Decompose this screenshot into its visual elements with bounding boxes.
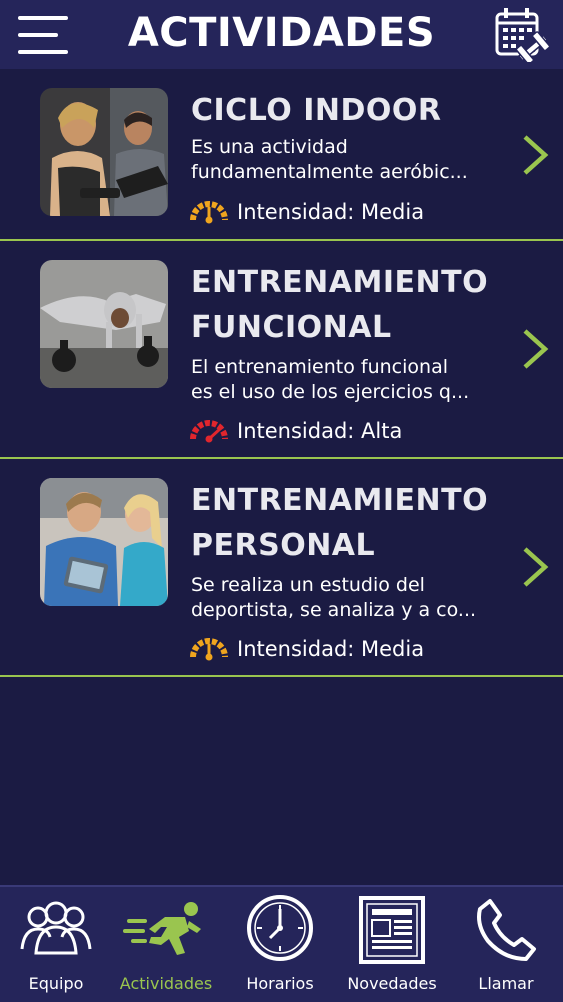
nav-label: Equipo — [28, 974, 84, 993]
nav-horarios[interactable]: Horarios — [224, 887, 336, 1002]
calendar-dumbbell-icon[interactable] — [493, 6, 551, 65]
activity-title: ENTRENAMIENTO FUNCIONAL — [191, 265, 489, 345]
newspaper-icon — [359, 896, 425, 964]
team-icon — [20, 901, 92, 955]
activity-item-entrenamiento-funcional[interactable]: ENTRENAMIENTO FUNCIONAL El entrenamiento… — [0, 241, 563, 459]
chevron-right-icon[interactable] — [520, 133, 550, 177]
phone-icon — [477, 899, 536, 961]
nav-equipo[interactable]: Equipo — [0, 887, 112, 1002]
activity-description: Se realiza un estudio del deportista, se… — [191, 574, 477, 621]
page-title: ACTIVIDADES — [127, 10, 436, 56]
activity-thumbnail — [40, 260, 168, 388]
nav-label: Llamar — [478, 974, 534, 993]
activity-title: ENTRENAMIENTO PERSONAL — [191, 483, 489, 563]
gauge-medium-icon — [190, 638, 228, 661]
activity-thumbnail — [40, 478, 168, 606]
activity-list: CICLO INDOOR Es una actividad fundamenta… — [0, 69, 563, 677]
gauge-high-icon — [190, 420, 228, 443]
activity-description: Es una actividad fundamentalmente aeróbi… — [191, 136, 468, 183]
nav-llamar[interactable]: Llamar — [450, 887, 562, 1002]
nav-label: Actividades — [119, 974, 213, 993]
bottom-navigation: Equipo Actividades Horarios Novedades Ll… — [0, 885, 563, 1002]
activity-description: El entrenamiento funcional es el uso de … — [191, 356, 470, 403]
activity-thumbnail — [40, 88, 168, 216]
clock-icon — [247, 895, 313, 961]
gauge-medium-icon — [190, 201, 228, 224]
intensity-label: Intensidad: Media — [237, 637, 425, 661]
nav-novedades[interactable]: Novedades — [336, 887, 448, 1002]
nav-label: Horarios — [246, 974, 314, 993]
chevron-right-icon[interactable] — [520, 545, 550, 589]
nav-label: Novedades — [347, 974, 437, 993]
chevron-right-icon[interactable] — [520, 327, 550, 371]
nav-actividades[interactable]: Actividades — [110, 887, 222, 1002]
activity-item-entrenamiento-personal[interactable]: ENTRENAMIENTO PERSONAL Se realiza un est… — [0, 459, 563, 677]
intensity-label: Intensidad: Alta — [237, 419, 403, 443]
running-person-icon — [123, 902, 201, 955]
activity-title: CICLO INDOOR — [191, 93, 442, 128]
app-header: ACTIVIDADES — [0, 0, 563, 69]
intensity-label: Intensidad: Media — [237, 200, 425, 224]
activity-item-ciclo-indoor[interactable]: CICLO INDOOR Es una actividad fundamenta… — [0, 69, 563, 241]
